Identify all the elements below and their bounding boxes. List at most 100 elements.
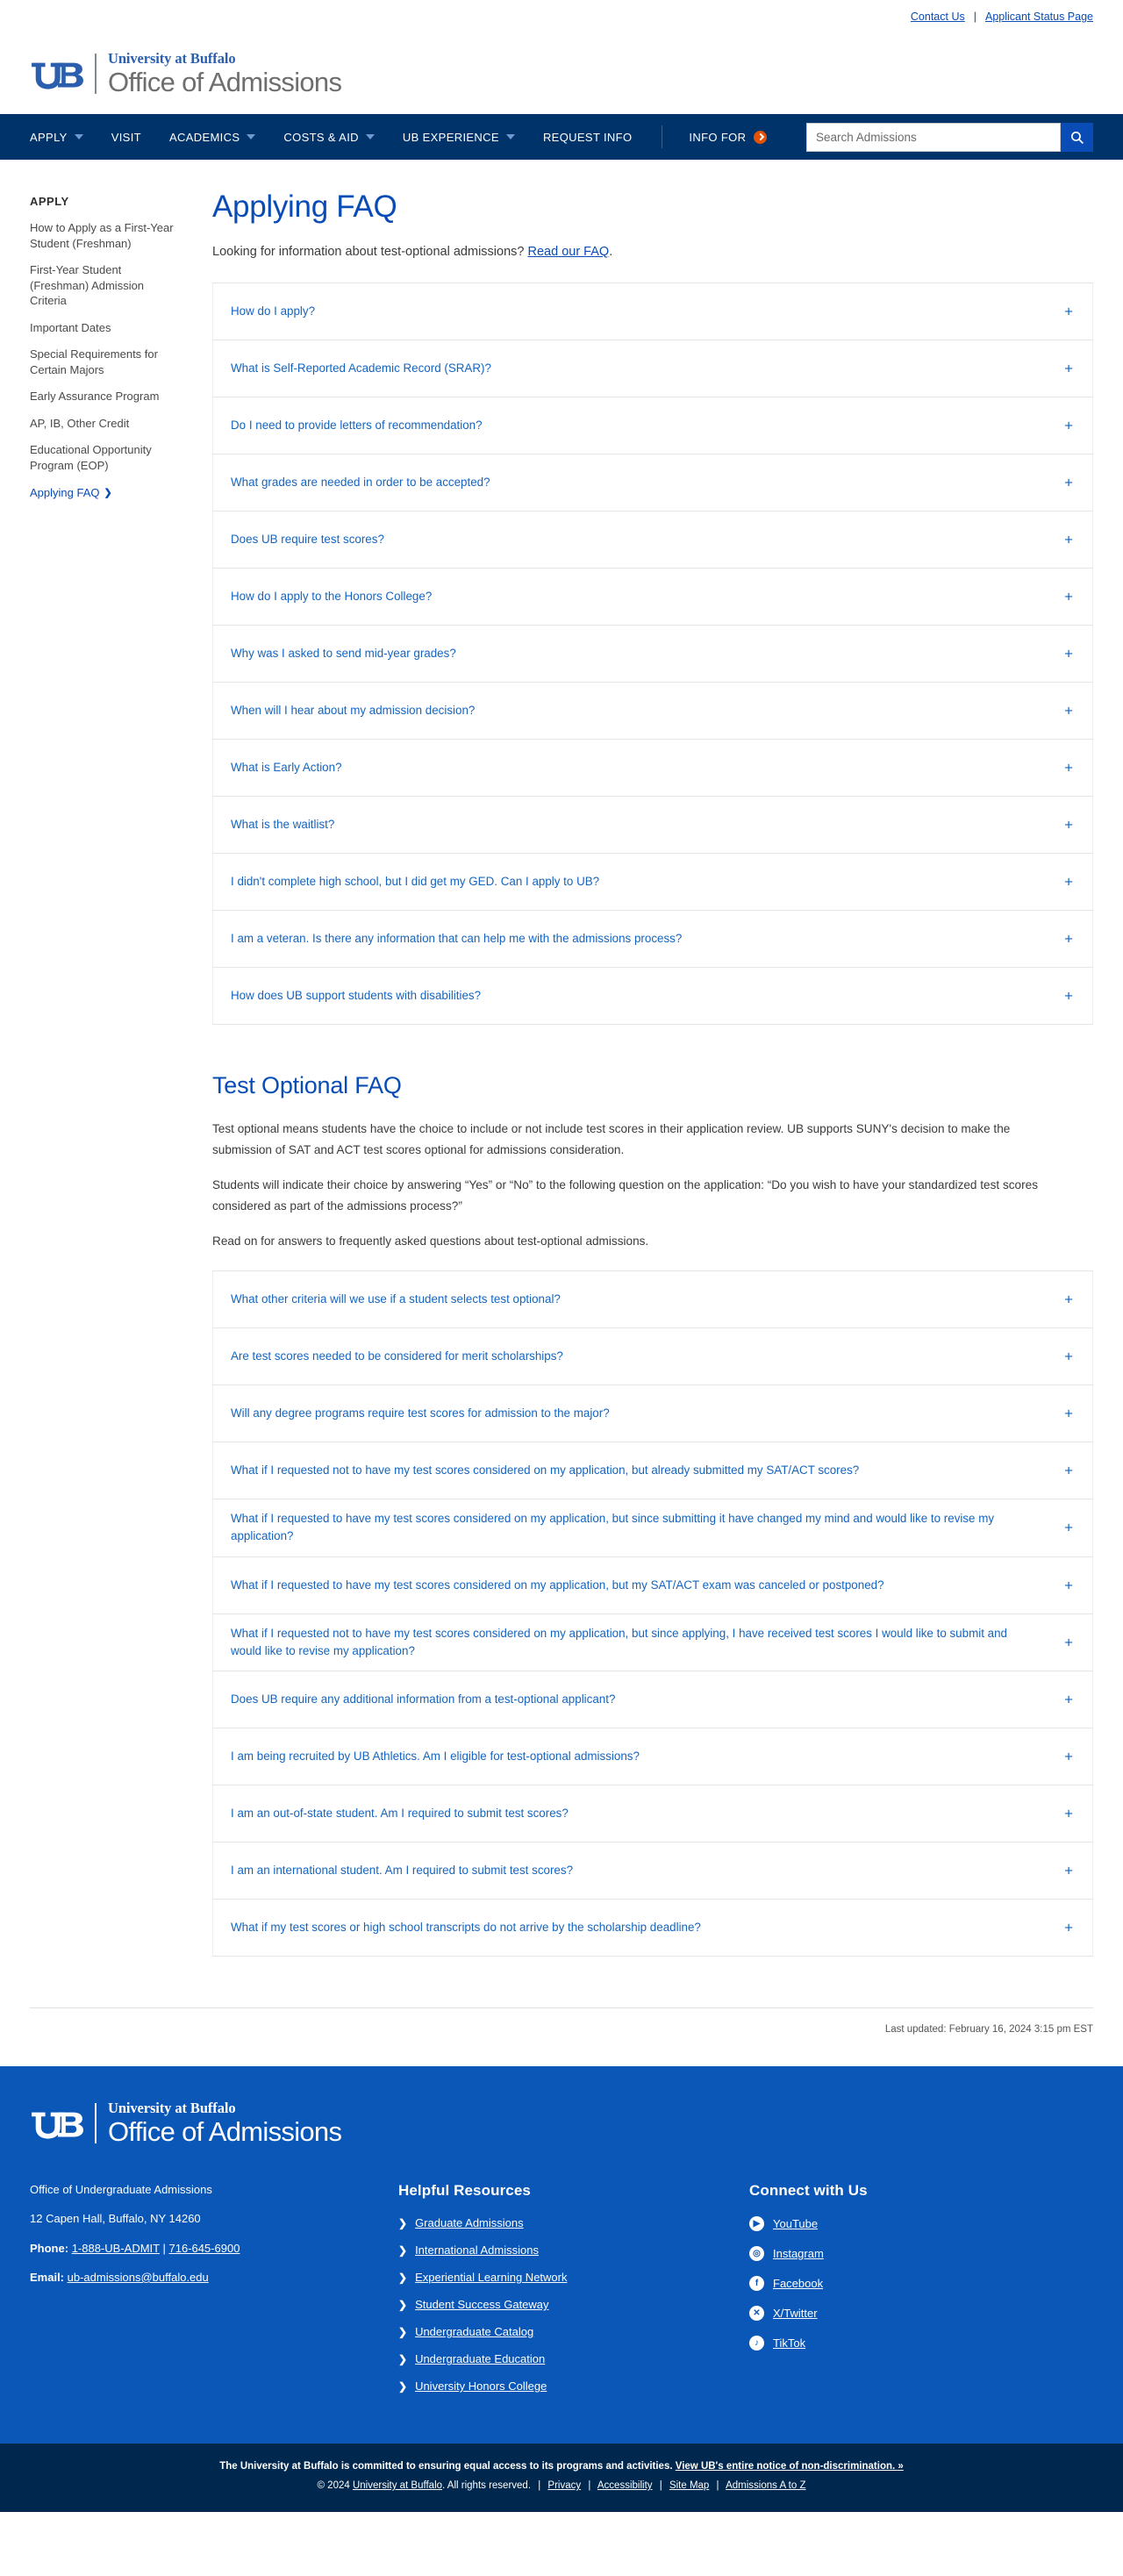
footer-phone-2-link[interactable]: 716-645-6900	[169, 2242, 240, 2255]
footer-link-instagram[interactable]: Instagram	[773, 2247, 824, 2260]
sidebar-item-how-to-apply[interactable]: How to Apply as a First-Year Student (Fr…	[30, 220, 175, 251]
footer-email-link[interactable]: ub-admissions@buffalo.edu	[68, 2271, 209, 2284]
plus-icon[interactable]: +	[1064, 1463, 1073, 1478]
accordion-item[interactable]: I didn't complete high school, but I did…	[212, 854, 1093, 912]
plus-icon[interactable]: +	[1064, 1349, 1073, 1364]
plus-icon[interactable]: +	[1064, 1920, 1073, 1935]
plus-icon[interactable]: +	[1064, 1578, 1073, 1592]
ub-logo-link[interactable]: University at Buffalo Office of Admissio…	[30, 51, 342, 96]
footer-link-student-success-gateway[interactable]: Student Success Gateway	[415, 2298, 548, 2311]
social-row-tiktok[interactable]: ♪ TikTok	[749, 2336, 1093, 2351]
social-row-facebook[interactable]: f Facebook	[749, 2276, 1093, 2292]
accordion-item[interactable]: What if my test scores or high school tr…	[212, 1899, 1093, 1957]
university-at-buffalo-link[interactable]: University at Buffalo	[353, 2480, 442, 2491]
plus-icon[interactable]: +	[1064, 989, 1073, 1004]
footer-link-graduate-admissions[interactable]: Graduate Admissions	[415, 2216, 524, 2229]
accordion-item[interactable]: I am an international student. Am I requ…	[212, 1842, 1093, 1900]
plus-icon[interactable]: +	[1064, 1406, 1073, 1421]
nav-item-ub-experience[interactable]: UB EXPERIENCE	[403, 131, 515, 144]
accordion-item[interactable]: How does UB support students with disabi…	[212, 968, 1093, 1026]
footer-resource-row[interactable]: ❯ University Honors College	[398, 2379, 749, 2393]
plus-icon[interactable]: +	[1064, 1806, 1073, 1821]
sidebar-item-eop[interactable]: Educational Opportunity Program (EOP)	[30, 442, 175, 473]
accordion-item[interactable]: Will any degree programs require test sc…	[212, 1385, 1093, 1443]
accordion-item[interactable]: Why was I asked to send mid-year grades?…	[212, 626, 1093, 683]
footer-link-tiktok[interactable]: TikTok	[773, 2336, 805, 2350]
footer-link-x-twitter[interactable]: X/Twitter	[773, 2307, 818, 2320]
applicant-status-page-link[interactable]: Applicant Status Page	[985, 11, 1093, 23]
read-our-faq-link[interactable]: Read our FAQ	[528, 245, 610, 259]
plus-icon[interactable]: +	[1064, 476, 1073, 490]
accordion-item[interactable]: What is the waitlist? +	[212, 797, 1093, 855]
plus-icon[interactable]: +	[1064, 761, 1073, 776]
sidebar-item-early-assurance[interactable]: Early Assurance Program	[30, 389, 175, 404]
sidebar-item-applying-faq[interactable]: Applying FAQ ❯	[30, 485, 175, 501]
footer-link-undergraduate-catalog[interactable]: Undergraduate Catalog	[415, 2325, 533, 2338]
accordion-item[interactable]: I am an out-of-state student. Am I requi…	[212, 1785, 1093, 1843]
accordion-item[interactable]: I am being recruited by UB Athletics. Am…	[212, 1728, 1093, 1785]
footer-link-undergraduate-education[interactable]: Undergraduate Education	[415, 2352, 545, 2365]
plus-icon[interactable]: +	[1064, 304, 1073, 319]
footer-resource-row[interactable]: ❯ Undergraduate Catalog	[398, 2325, 749, 2338]
accordion-item[interactable]: When will I hear about my admission deci…	[212, 683, 1093, 741]
nav-item-visit[interactable]: VISIT	[111, 131, 141, 144]
plus-icon[interactable]: +	[1064, 1692, 1073, 1707]
accordion-item[interactable]: How do I apply to the Honors College? +	[212, 569, 1093, 626]
site-map-link[interactable]: Site Map	[669, 2480, 709, 2491]
social-row-x-twitter[interactable]: ✕ X/Twitter	[749, 2306, 1093, 2322]
accordion-item[interactable]: What if I requested to have my test scor…	[212, 1556, 1093, 1614]
admissions-a-to-z-link[interactable]: Admissions A to Z	[726, 2480, 805, 2491]
plus-icon[interactable]: +	[1064, 932, 1073, 947]
footer-phone-1-link[interactable]: 1-888-UB-ADMIT	[72, 2242, 160, 2255]
sidebar-item-ap-ib-other-credit[interactable]: AP, IB, Other Credit	[30, 416, 175, 432]
sidebar-item-admission-criteria[interactable]: First-Year Student (Freshman) Admission …	[30, 262, 175, 309]
plus-icon[interactable]: +	[1064, 1749, 1073, 1764]
privacy-link[interactable]: Privacy	[547, 2480, 581, 2491]
nav-item-apply[interactable]: APPLY	[30, 131, 83, 144]
plus-icon[interactable]: +	[1064, 1292, 1073, 1307]
accordion-item[interactable]: What is Self-Reported Academic Record (S…	[212, 340, 1093, 398]
sidebar-item-special-requirements[interactable]: Special Requirements for Certain Majors	[30, 347, 175, 377]
nav-item-info-for[interactable]: INFO FOR	[689, 130, 768, 144]
nav-item-costs-and-aid[interactable]: COSTS & AID	[283, 131, 375, 144]
plus-icon[interactable]: +	[1064, 1521, 1073, 1535]
contact-us-link[interactable]: Contact Us	[911, 11, 965, 23]
accordion-item[interactable]: What if I requested not to have my test …	[212, 1614, 1093, 1671]
footer-link-experiential-learning-network[interactable]: Experiential Learning Network	[415, 2271, 567, 2284]
nav-item-academics[interactable]: ACADEMICS	[169, 131, 256, 144]
footer-link-international-admissions[interactable]: International Admissions	[415, 2243, 539, 2257]
footer-link-facebook[interactable]: Facebook	[773, 2277, 823, 2290]
search-button[interactable]	[1061, 122, 1093, 152]
social-row-instagram[interactable]: ◎ Instagram	[749, 2246, 1093, 2262]
plus-icon[interactable]: +	[1064, 361, 1073, 376]
plus-icon[interactable]: +	[1064, 704, 1073, 719]
footer-resource-row[interactable]: ❯ Graduate Admissions	[398, 2216, 749, 2229]
accordion-item[interactable]: Do I need to provide letters of recommen…	[212, 397, 1093, 455]
footer-resource-row[interactable]: ❯ Student Success Gateway	[398, 2298, 749, 2311]
plus-icon[interactable]: +	[1064, 590, 1073, 605]
accessibility-link[interactable]: Accessibility	[597, 2480, 653, 2491]
accordion-item[interactable]: What is Early Action? +	[212, 740, 1093, 798]
accordion-item[interactable]: Does UB require test scores? +	[212, 512, 1093, 569]
plus-icon[interactable]: +	[1064, 818, 1073, 833]
nav-item-request-info[interactable]: REQUEST INFO	[543, 131, 632, 144]
footer-resource-row[interactable]: ❯ International Admissions	[398, 2243, 749, 2257]
accordion-item[interactable]: What if I requested to have my test scor…	[212, 1499, 1093, 1557]
sidebar-item-important-dates[interactable]: Important Dates	[30, 320, 175, 336]
plus-icon[interactable]: +	[1064, 647, 1073, 662]
footer-logo-link[interactable]: University at Buffalo Office of Admissio…	[30, 2100, 1093, 2145]
accordion-item[interactable]: How do I apply? +	[212, 283, 1093, 341]
plus-icon[interactable]: +	[1064, 533, 1073, 547]
accordion-item[interactable]: Does UB require any additional informati…	[212, 1671, 1093, 1728]
footer-link-university-honors-college[interactable]: University Honors College	[415, 2379, 547, 2393]
accordion-item[interactable]: Are test scores needed to be considered …	[212, 1328, 1093, 1386]
accordion-item[interactable]: I am a veteran. Is there any information…	[212, 911, 1093, 969]
plus-icon[interactable]: +	[1064, 419, 1073, 433]
plus-icon[interactable]: +	[1064, 1863, 1073, 1878]
footer-link-youtube[interactable]: YouTube	[773, 2217, 818, 2230]
non-discrimination-link[interactable]: View UB's entire notice of non-discrimin…	[676, 2461, 904, 2472]
search-input[interactable]	[806, 122, 1061, 152]
footer-resource-row[interactable]: ❯ Experiential Learning Network	[398, 2271, 749, 2284]
plus-icon[interactable]: +	[1064, 1635, 1073, 1649]
accordion-item[interactable]: What grades are needed in order to be ac…	[212, 454, 1093, 512]
